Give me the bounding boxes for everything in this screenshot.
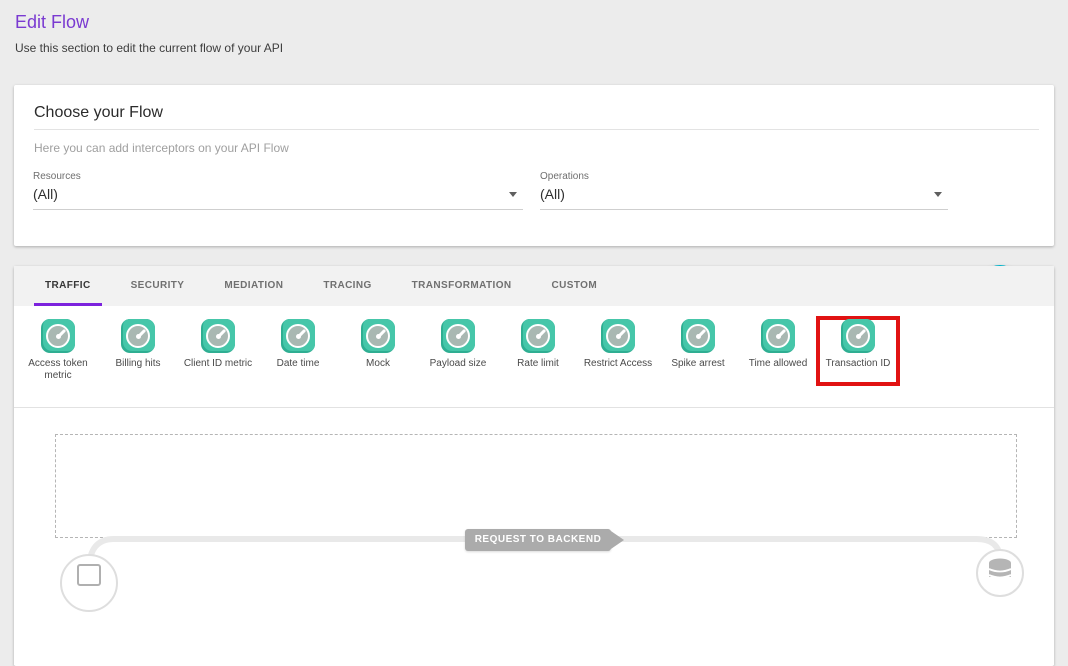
gauge-icon [761,319,795,353]
policy-item-access-token-metric[interactable]: Access token metric [18,319,98,382]
policy-item-rate-limit[interactable]: Rate limit [498,319,578,370]
choose-flow-card: Choose your Flow Here you can add interc… [14,85,1054,246]
policy-design-card: TRAFFIC SECURITY MEDIATION TRACING TRANS… [14,266,1054,666]
resources-field: Resources (All) [33,171,523,210]
backend-database-icon [989,559,1011,578]
policy-label: Access token metric [18,358,98,382]
gauge-icon [841,319,875,353]
tab-security[interactable]: SECURITY [111,266,205,306]
policy-item-mock[interactable]: Mock [338,319,418,370]
policy-label: Rate limit [517,358,559,370]
resources-label: Resources [33,171,523,182]
operations-value: (All) [540,186,565,202]
tab-custom[interactable]: CUSTOM [532,266,618,306]
policy-label: Payload size [430,358,487,370]
policy-item-transaction-id[interactable]: Transaction ID [818,319,898,370]
gauge-icon [361,319,395,353]
policy-label: Transaction ID [826,358,891,370]
resources-value: (All) [33,186,58,202]
policy-label: Billing hits [115,358,160,370]
policy-item-client-id-metric[interactable]: Client ID metric [178,319,258,370]
policy-label: Spike arrest [671,358,724,370]
resources-select[interactable]: (All) [33,186,523,210]
tab-tracing[interactable]: TRACING [303,266,391,306]
policy-item-spike-arrest[interactable]: Spike arrest [658,319,738,370]
tab-transformation[interactable]: TRANSFORMATION [392,266,532,306]
flow-canvas: REQUEST TO BACKEND [14,407,1054,665]
policy-item-time-allowed[interactable]: Time allowed [738,319,818,370]
policy-item-billing-hits[interactable]: Billing hits [98,319,178,370]
chevron-down-icon [509,192,517,197]
policy-palette: Access token metric Billing hits Client … [14,306,1054,407]
request-to-backend-badge: REQUEST TO BACKEND [465,529,611,551]
gauge-icon [521,319,555,353]
category-tabs: TRAFFIC SECURITY MEDIATION TRACING TRANS… [14,266,1054,306]
gauge-icon [601,319,635,353]
gauge-icon [201,319,235,353]
gauge-icon [41,319,75,353]
page-title: Edit Flow [15,12,89,33]
gauge-icon [681,319,715,353]
policy-item-date-time[interactable]: Date time [258,319,338,370]
card-title: Choose your Flow [34,104,163,122]
policy-item-payload-size[interactable]: Payload size [418,319,498,370]
gauge-icon [281,319,315,353]
tab-traffic[interactable]: TRAFFIC [25,266,111,306]
policy-label: Time allowed [749,358,808,370]
gauge-icon [121,319,155,353]
divider [34,129,1039,130]
card-subtitle: Here you can add interceptors on your AP… [34,141,289,155]
operations-label: Operations [540,171,948,182]
client-endpoint-node [61,555,117,611]
operations-select[interactable]: (All) [540,186,948,210]
operations-field: Operations (All) [540,171,948,210]
policy-label: Mock [366,358,390,370]
gauge-icon [441,319,475,353]
tab-mediation[interactable]: MEDIATION [204,266,303,306]
chevron-down-icon [934,192,942,197]
policy-label: Date time [277,358,320,370]
policy-label: Restrict Access [584,358,652,370]
policy-label: Client ID metric [184,358,252,370]
policy-item-restrict-access[interactable]: Restrict Access [578,319,658,370]
page-subtitle: Use this section to edit the current flo… [15,41,283,55]
